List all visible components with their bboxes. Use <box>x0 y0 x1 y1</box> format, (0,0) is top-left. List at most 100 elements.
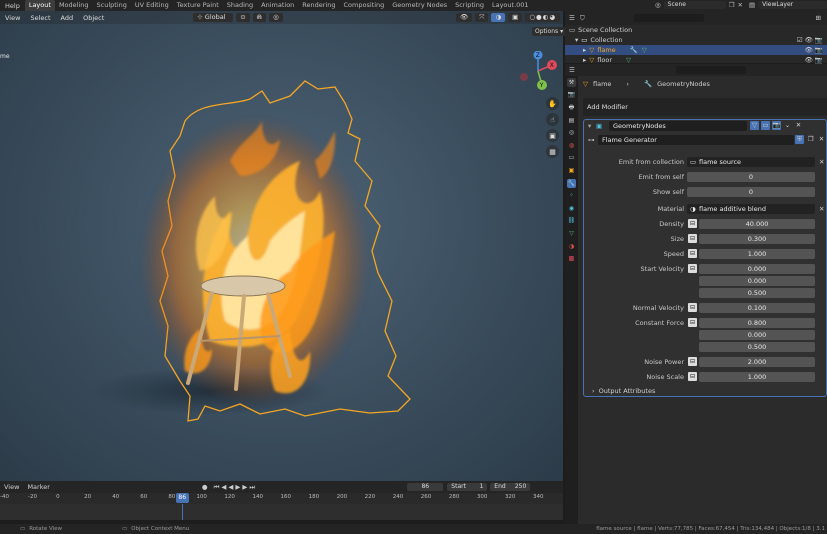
gizmo-toggle-icon[interactable]: ⤧ <box>475 13 489 22</box>
shading-modes[interactable]: ○●◐◕ <box>525 13 560 22</box>
navigation-gizmo[interactable]: X Y Z <box>518 51 558 91</box>
tab-sculpting[interactable]: Sculpting <box>93 0 131 11</box>
flame-expand-icon[interactable]: ▸ <box>583 46 586 54</box>
tab-uv-editing[interactable]: UV Editing <box>131 0 173 11</box>
scene-browse-icon[interactable]: ❐ <box>729 1 735 9</box>
record-icon[interactable]: ● <box>202 483 208 491</box>
node-input-icon[interactable]: ⊟ <box>688 372 697 381</box>
param-datablock-field[interactable]: ▭ flame source <box>687 156 815 167</box>
node-input-icon[interactable]: ⊟ <box>688 219 697 228</box>
3d-viewport[interactable]: X Y Z ✋ ☝ ▣ ▦ me <box>0 11 563 481</box>
camera-view-icon[interactable]: ▣ <box>546 129 559 142</box>
param-vector-y[interactable]: 0.000 <box>699 329 815 340</box>
node-input-icon[interactable]: ⊟ <box>688 264 697 273</box>
param-number-field[interactable]: 2.000 <box>699 356 815 367</box>
tab-data-icon[interactable]: ▽ <box>567 229 576 238</box>
param-clear-icon[interactable]: ✕ <box>819 158 824 166</box>
tab-constraints-icon[interactable]: ⛓ <box>567 216 576 225</box>
snap-icon[interactable]: ⋒ <box>252 13 267 22</box>
viewport-menu-add[interactable]: Add <box>56 14 79 22</box>
proportional-edit-icon[interactable]: ◎ <box>269 13 283 22</box>
properties-search-input[interactable] <box>675 66 746 74</box>
outliner-item-flame[interactable]: ▸ ▽ flame 🔧 ▽ 👁 📷 <box>565 45 827 55</box>
pivot-point-icon[interactable]: ⊙ <box>236 13 250 22</box>
tab-rendering[interactable]: Rendering <box>298 0 339 11</box>
timeline-ruler[interactable]: -40 -20 0 20 40 60 80 100 120 140 160 180 200 220 240 2… <box>0 493 563 504</box>
tab-animation[interactable]: Animation <box>257 0 298 11</box>
outliner-scene-collection[interactable]: ▭ Scene Collection <box>565 25 827 35</box>
playhead[interactable]: 86 <box>175 493 189 503</box>
tab-scene-icon[interactable]: ◎ <box>567 128 576 137</box>
param-clear-icon[interactable]: ✕ <box>819 205 824 213</box>
param-number-field[interactable]: 0.100 <box>699 302 815 313</box>
tab-world-icon[interactable]: ◍ <box>567 141 576 150</box>
param-vector-x[interactable]: 0.000 <box>699 263 815 274</box>
node-input-icon[interactable]: ⊟ <box>688 318 697 327</box>
viewport-menu-select[interactable]: Select <box>25 14 55 22</box>
viewport-menu-object[interactable]: Object <box>78 14 109 22</box>
menu-help[interactable]: Help <box>0 2 25 10</box>
tab-render-icon[interactable]: 📷 <box>567 90 576 99</box>
scene-field[interactable]: Scene <box>663 1 726 9</box>
node-input-icon[interactable]: ⊟ <box>688 249 697 258</box>
viewport-menu-view[interactable]: View <box>0 14 25 22</box>
timeline-track[interactable] <box>0 504 563 520</box>
tab-texture-icon[interactable]: ▩ <box>567 254 576 263</box>
collection-visibility-icons[interactable]: ☑ 👁 📷 <box>797 36 823 44</box>
outliner-editor-icon[interactable]: ☰ <box>569 14 575 22</box>
outliner-search-input[interactable] <box>633 14 704 22</box>
collection-expand-icon[interactable]: ▾ <box>575 36 578 44</box>
node-input-icon[interactable]: ⊟ <box>688 303 697 312</box>
param-number-field[interactable]: 0 <box>687 186 815 197</box>
transform-orientation-dropdown[interactable]: ⊹ Global <box>193 13 234 22</box>
options-dropdown[interactable]: Options ▾ <box>532 27 567 36</box>
tab-tool-icon[interactable]: ⚒ <box>567 77 576 87</box>
tab-physics-icon[interactable]: ◉ <box>567 204 576 213</box>
visibility-icon[interactable]: 👁 <box>456 13 473 22</box>
tab-texture-paint[interactable]: Texture Paint <box>173 0 223 11</box>
tab-layout-001[interactable]: Layout.001 <box>488 0 533 11</box>
param-datablock-field[interactable]: ◑ flame additive blend <box>687 203 815 214</box>
tab-shading[interactable]: Shading <box>223 0 257 11</box>
tab-view-layer-icon[interactable]: ▤ <box>567 116 576 125</box>
flame-visibility-icons[interactable]: 👁 📷 <box>805 46 823 54</box>
param-number-field[interactable]: 0 <box>687 171 815 182</box>
param-number-field[interactable]: 1.000 <box>699 371 815 382</box>
add-modifier-button[interactable]: Add Modifier <box>587 103 628 111</box>
tab-scripting[interactable]: Scripting <box>451 0 488 11</box>
overlay-toggle-icon[interactable]: ◑ <box>491 13 506 22</box>
param-number-field[interactable]: 40.000 <box>699 218 815 229</box>
current-frame-field[interactable]: 86 <box>407 483 444 491</box>
view-layer-field[interactable]: ViewLayer <box>758 1 827 9</box>
node-input-icon[interactable]: ⊟ <box>688 357 697 366</box>
timeline-menu-marker[interactable]: Marker <box>23 483 53 491</box>
tab-geometry-nodes[interactable]: Geometry Nodes <box>388 0 451 11</box>
floor-visibility-icons[interactable]: 👁 📷 <box>805 56 823 64</box>
node-input-icon[interactable]: ⊟ <box>688 234 697 243</box>
scene-delete-icon[interactable]: ✕ <box>738 1 743 9</box>
param-number-field[interactable]: 1.000 <box>699 248 815 259</box>
timeline-menu-view[interactable]: View <box>0 483 23 491</box>
properties-editor-icon[interactable]: ☰ <box>569 66 575 74</box>
outliner-filter-icon[interactable]: ⛉ <box>580 14 585 23</box>
param-vector-z[interactable]: 0.500 <box>699 287 815 298</box>
floor-expand-icon[interactable]: ▸ <box>583 56 586 64</box>
xray-icon[interactable]: ▣ <box>508 13 523 22</box>
tab-particles-icon[interactable]: ⁘ <box>567 191 576 200</box>
param-vector-y[interactable]: 0.000 <box>699 275 815 286</box>
param-number-field[interactable]: 0.300 <box>699 233 815 244</box>
tab-layout[interactable]: Layout <box>24 0 55 11</box>
pan-hand-icon[interactable]: ✋ <box>546 97 559 110</box>
start-frame-field[interactable]: Start 1 <box>447 483 488 491</box>
tab-compositing[interactable]: Compositing <box>340 0 389 11</box>
tab-object-icon[interactable]: ▣ <box>567 166 576 175</box>
tab-output-icon[interactable]: 🖶 <box>567 103 576 112</box>
output-attributes-section[interactable]: › Output Attributes <box>592 385 822 396</box>
outliner-new-collection-icon[interactable]: ⊞ <box>816 14 821 22</box>
tab-modeling[interactable]: Modeling <box>55 0 93 11</box>
tab-collection-icon[interactable]: ▭ <box>567 153 576 162</box>
param-vector-z[interactable]: 0.500 <box>699 341 815 352</box>
end-frame-field[interactable]: End 250 <box>490 483 531 491</box>
tab-material-icon[interactable]: ◑ <box>567 242 576 251</box>
param-vector-x[interactable]: 0.800 <box>699 317 815 328</box>
